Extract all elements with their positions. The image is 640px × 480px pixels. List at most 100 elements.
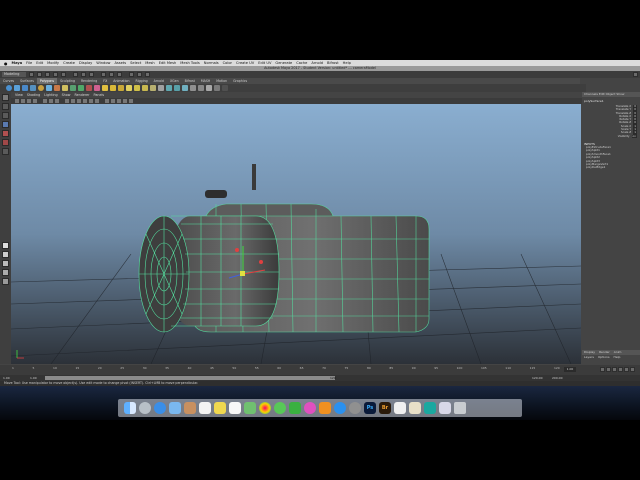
wireframe-icon[interactable] bbox=[65, 99, 69, 103]
channel-box-header[interactable]: Channels Edit Object Show bbox=[582, 92, 640, 97]
menu-item-arnold[interactable]: Arnold bbox=[311, 61, 323, 65]
save-scene-icon[interactable] bbox=[45, 72, 50, 77]
range-end-field[interactable]: 120.00 bbox=[532, 376, 543, 380]
new-scene-icon[interactable] bbox=[29, 72, 34, 77]
current-frame-field[interactable]: 1.00 bbox=[564, 367, 576, 372]
illustrator-icon[interactable] bbox=[394, 402, 406, 414]
ambient-occlusion-icon[interactable] bbox=[105, 99, 109, 103]
smooth-icon[interactable] bbox=[86, 85, 92, 91]
safari-icon[interactable] bbox=[154, 402, 166, 414]
redo-icon[interactable] bbox=[61, 72, 66, 77]
camera-attributes-icon[interactable] bbox=[21, 99, 25, 103]
panel-menu-show[interactable]: Show bbox=[62, 93, 71, 97]
ibooks-icon[interactable] bbox=[319, 402, 331, 414]
quad-draw-icon[interactable] bbox=[150, 85, 156, 91]
graph-view-icon[interactable] bbox=[2, 278, 9, 285]
layout-icon[interactable] bbox=[214, 85, 220, 91]
menu-item-file[interactable]: File bbox=[26, 61, 32, 65]
menu-item-help[interactable]: Help bbox=[343, 61, 351, 65]
time-slider[interactable]: 1 5 10 15 20 25 30 35 40 45 50 55 60 65 … bbox=[0, 365, 640, 375]
panel-menu-renderer[interactable]: Renderer bbox=[74, 93, 89, 97]
cut-uv-icon[interactable] bbox=[190, 85, 196, 91]
poly-cone-icon[interactable] bbox=[30, 85, 36, 91]
separate-icon[interactable] bbox=[78, 85, 84, 91]
grid-toggle-icon[interactable] bbox=[43, 99, 47, 103]
anti-aliasing-icon[interactable] bbox=[111, 99, 115, 103]
poly-sphere-icon[interactable] bbox=[6, 85, 12, 91]
poly-disc-icon[interactable] bbox=[54, 85, 60, 91]
menu-item-window[interactable]: Window bbox=[96, 61, 110, 65]
menu-item-normals[interactable]: Normals bbox=[204, 61, 219, 65]
range-slider-bar[interactable] bbox=[45, 376, 335, 380]
photoshop-icon[interactable]: Ps bbox=[364, 402, 376, 414]
poly-cylinder-icon[interactable] bbox=[22, 85, 28, 91]
menu-item-mesh[interactable]: Mesh bbox=[145, 61, 154, 65]
insert-edge-loop-icon[interactable] bbox=[134, 85, 140, 91]
mode-selector[interactable]: Modeling bbox=[2, 72, 26, 77]
resolution-gate-icon[interactable] bbox=[55, 99, 59, 103]
photos-icon[interactable] bbox=[259, 402, 271, 414]
menu-item-bifrost[interactable]: Bifrost bbox=[327, 61, 339, 65]
bookmarks-icon[interactable] bbox=[27, 99, 31, 103]
viewport-3d[interactable] bbox=[11, 104, 581, 364]
range-start-field[interactable]: 1.00 bbox=[3, 376, 10, 380]
messages-icon[interactable] bbox=[274, 402, 286, 414]
bridge-icon[interactable]: Br bbox=[379, 402, 391, 414]
snap-curve-icon[interactable] bbox=[109, 72, 114, 77]
smooth-shade-icon[interactable] bbox=[71, 99, 75, 103]
menu-item-display[interactable]: Display bbox=[79, 61, 92, 65]
select-tool-icon[interactable] bbox=[2, 94, 9, 101]
preview-icon[interactable] bbox=[439, 402, 451, 414]
undo-icon[interactable] bbox=[53, 72, 58, 77]
snap-point-icon[interactable] bbox=[117, 72, 122, 77]
workspace-icon[interactable] bbox=[633, 72, 638, 77]
play-forward-icon[interactable] bbox=[618, 367, 623, 372]
menu-item-edit-mesh[interactable]: Edit Mesh bbox=[159, 61, 177, 65]
calendar-icon[interactable] bbox=[199, 402, 211, 414]
menu-item-create-uv[interactable]: Create UV bbox=[236, 61, 254, 65]
planar-map-icon[interactable] bbox=[174, 85, 180, 91]
xray-icon[interactable] bbox=[123, 99, 127, 103]
menu-item-modify[interactable]: Modify bbox=[47, 61, 59, 65]
poly-torus-icon[interactable] bbox=[38, 85, 44, 91]
isolate-select-icon[interactable] bbox=[117, 99, 121, 103]
menu-item-mesh-tools[interactable]: Mesh Tools bbox=[180, 61, 199, 65]
scale-tool-icon[interactable] bbox=[2, 139, 9, 146]
snap-grid-icon[interactable] bbox=[101, 72, 106, 77]
render-settings-icon[interactable] bbox=[145, 72, 150, 77]
panel-menu-view[interactable]: View bbox=[15, 93, 23, 97]
apple-icon[interactable]: ● bbox=[4, 61, 8, 66]
four-view-icon[interactable] bbox=[2, 251, 9, 258]
menu-item-edit-uv[interactable]: Edit UV bbox=[258, 61, 271, 65]
two-view-icon[interactable] bbox=[2, 260, 9, 267]
ipr-render-icon[interactable] bbox=[137, 72, 142, 77]
launchpad-icon[interactable] bbox=[139, 402, 151, 414]
poly-cube-icon[interactable] bbox=[14, 85, 20, 91]
maya-icon[interactable] bbox=[424, 402, 436, 414]
contacts-icon[interactable] bbox=[184, 402, 196, 414]
single-view-icon[interactable] bbox=[2, 242, 9, 249]
lasso-tool-icon[interactable] bbox=[2, 103, 9, 110]
menu-item-assets[interactable]: Assets bbox=[114, 61, 126, 65]
preferences-icon[interactable] bbox=[349, 402, 361, 414]
select-hierarchy-icon[interactable] bbox=[73, 72, 78, 77]
poly-pipe-icon[interactable] bbox=[62, 85, 68, 91]
boolean-icon[interactable] bbox=[94, 85, 100, 91]
auto-map-icon[interactable] bbox=[182, 85, 188, 91]
extrude-icon[interactable] bbox=[102, 85, 108, 91]
target-weld-icon[interactable] bbox=[142, 85, 148, 91]
poly-plane-icon[interactable] bbox=[46, 85, 52, 91]
last-tool-icon[interactable] bbox=[2, 148, 9, 155]
rotate-tool-icon[interactable] bbox=[2, 130, 9, 137]
channel-row[interactable]: Visibility on bbox=[582, 134, 640, 138]
range-animation-end[interactable]: 200.00 bbox=[552, 376, 563, 380]
maps-icon[interactable] bbox=[244, 402, 256, 414]
go-to-start-icon[interactable] bbox=[600, 367, 605, 372]
unfold-icon[interactable] bbox=[206, 85, 212, 91]
itunes-icon[interactable] bbox=[304, 402, 316, 414]
step-back-icon[interactable] bbox=[606, 367, 611, 372]
wireframe-on-shaded-icon[interactable] bbox=[77, 99, 81, 103]
menu-item-create[interactable]: Create bbox=[63, 61, 75, 65]
input-node[interactable]: polyDelEdge1 bbox=[586, 165, 640, 169]
help-menu[interactable]: Help bbox=[614, 355, 621, 360]
